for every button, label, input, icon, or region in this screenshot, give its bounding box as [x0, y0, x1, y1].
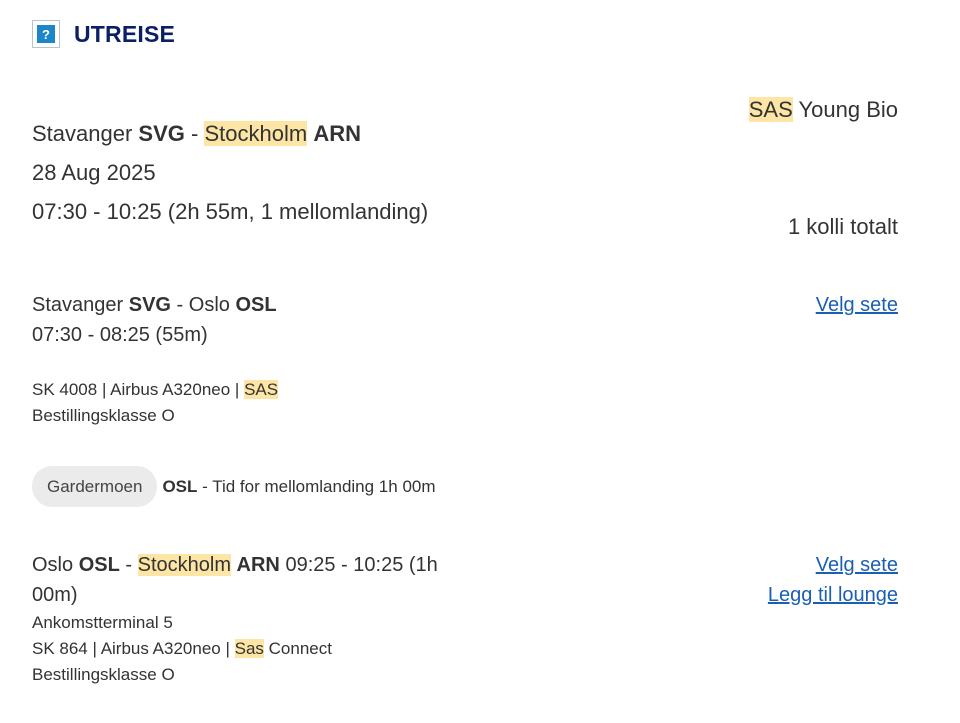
segment-2-seat-action: Velg sete [816, 550, 898, 582]
segment-1-flight-number-aircraft: SK 4008 | Airbus A320neo | [32, 380, 240, 399]
fare-name: SAS Young Bio [748, 94, 898, 126]
summary-dest-city: Stockholm [204, 121, 308, 146]
layover-text: OSL - Tid for mellomlanding 1h 00m [162, 477, 435, 497]
segment-1-dest-city: Oslo [188, 294, 230, 316]
layover-duration: - Tid for mellomlanding 1h 00m [202, 476, 436, 496]
summary-route: Stavanger SVG - Stockholm ARN [32, 114, 428, 153]
segment-1: Stavanger SVG - Oslo OSL 07:30 - 08:25 (… [32, 290, 277, 350]
segment-1-flight-info: SK 4008 | Airbus A320neo | SAS [32, 377, 279, 403]
section-header: ? UTREISE [32, 20, 175, 48]
segment-2-carrier-suffix: Connect [268, 639, 332, 658]
segment-1-times: 07:30 - 08:25 (55m) [32, 324, 208, 346]
journey-summary: Stavanger SVG - Stockholm ARN 28 Aug 202… [32, 114, 428, 231]
segment-2-separator: - [125, 554, 133, 576]
segment-2-dest-city: Stockholm [137, 554, 231, 576]
section-title: UTREISE [74, 20, 176, 47]
segment-1-dest-code: OSL [235, 294, 277, 316]
help-icon-glyph: ? [37, 25, 55, 43]
layover-airport-badge: Gardermoen [32, 466, 158, 507]
layover-info: Gardermoen OSL - Tid for mellomlanding 1… [32, 466, 436, 507]
summary-date: 28 Aug 2025 [32, 160, 156, 185]
segment-1-actions: Velg sete [816, 290, 898, 322]
summary-origin-city: Stavanger [32, 121, 133, 146]
segment-1-select-seat-link[interactable]: Velg sete [816, 294, 898, 316]
fare-product: Young Bio [798, 97, 898, 122]
segment-2-terminal: Ankomstterminal 5 [32, 613, 173, 632]
segment-2-origin-city: Oslo [32, 554, 74, 576]
segment-2-select-seat-link[interactable]: Velg sete [816, 554, 898, 576]
add-lounge-link[interactable]: Legg til lounge [768, 584, 898, 606]
segment-2: Oslo OSL - Stockholm ARN 09:25 - 10:25 (… [32, 550, 462, 610]
segment-1-separator: - [176, 294, 184, 316]
segment-1-route: Stavanger SVG - Oslo OSL [32, 290, 277, 320]
segment-2-flight-number-aircraft: SK 864 | Airbus A320neo | [32, 639, 230, 658]
segment-1-details: SK 4008 | Airbus A320neo | SAS Bestillin… [32, 377, 279, 429]
summary-origin-code: SVG [138, 121, 185, 146]
segment-2-origin-code: OSL [78, 554, 120, 576]
segment-1-carrier: SAS [244, 380, 279, 399]
layover-airport-code: OSL [162, 476, 198, 496]
help-icon[interactable]: ? [32, 20, 60, 48]
segment-2-booking-class: Bestillingsklasse O [32, 665, 175, 684]
baggage-total: 1 kolli totalt [787, 214, 898, 239]
segment-2-flight-info: SK 864 | Airbus A320neo | Sas Connect [32, 636, 332, 662]
summary-dest-code: ARN [313, 121, 361, 146]
summary-separator: - [191, 121, 199, 146]
summary-times: 07:30 - 10:25 (2h 55m, 1 mellomlanding) [32, 199, 429, 224]
segment-2-details: Ankomstterminal 5 SK 864 | Airbus A320ne… [32, 610, 332, 688]
fare-brand: SAS [748, 97, 793, 122]
segment-2-carrier: Sas [234, 639, 264, 658]
segment-2-dest-code: ARN [236, 554, 280, 576]
segment-2-lounge-action: Legg til lounge [768, 580, 898, 612]
segment-1-origin-city: Stavanger [32, 294, 124, 316]
segment-1-origin-code: SVG [128, 294, 171, 316]
segment-1-booking-class: Bestillingsklasse O [32, 406, 175, 425]
